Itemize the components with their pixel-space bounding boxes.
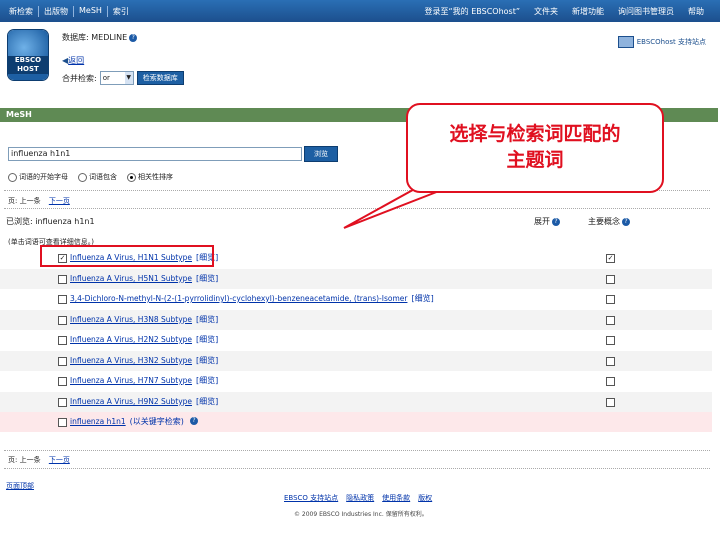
annotation-line-2: 主题词 (506, 149, 564, 171)
footer-links: EBSCO 支持站点 隐私政策 使用条款 版权 (284, 493, 432, 503)
top-of-page-link[interactable]: 页面顶部 (6, 481, 34, 491)
footer-link-terms[interactable]: 使用条款 (382, 493, 410, 503)
annotation-callout: 选择与检索词匹配的 主题词 (406, 103, 664, 193)
pager-bottom-next[interactable]: 下一页 (49, 456, 70, 464)
divider (4, 450, 710, 451)
copyright-text: © 2009 EBSCO Industries Inc. 保留所有权利。 (294, 511, 428, 518)
footer-link-privacy[interactable]: 隐私政策 (346, 493, 374, 503)
footer-link-copyright[interactable]: 版权 (418, 493, 432, 503)
pager-bottom-prev[interactable]: 页: 上一条 (8, 456, 41, 464)
annotation-text: 选择与检索词匹配的 主题词 (408, 121, 662, 173)
callout-tail-join (420, 186, 450, 189)
callout-pointer (343, 185, 453, 229)
annotation-line-1: 选择与检索词匹配的 (449, 123, 621, 145)
pager-bottom: 页: 上一条 下一页 (8, 455, 70, 465)
footer-link-support[interactable]: EBSCO 支持站点 (284, 493, 338, 503)
divider (4, 468, 710, 469)
